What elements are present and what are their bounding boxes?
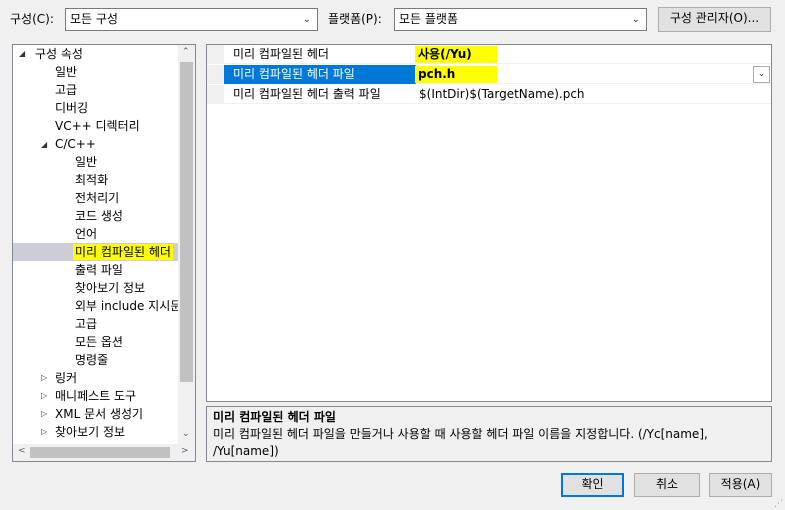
collapsed-arrow-icon[interactable]: ▷ [41,391,47,400]
scrollbar-thumb[interactable] [30,447,170,458]
tree-item-manifest-tool[interactable]: 매니페스트 도구 [55,387,136,405]
config-manager-button[interactable]: 구성 관리자(O)... [658,7,771,32]
platform-value: 모든 플랫폼 [399,12,459,26]
scroll-left-icon[interactable]: < [18,446,26,456]
expanded-arrow-icon[interactable]: ◢ [41,140,47,149]
tree-item-linker[interactable]: 링커 [55,369,77,387]
property-tree: ◢ 구성 속성 일반 고급 디버깅 VC++ 디렉터리 ◢ C/C++ 일반 최… [12,44,196,462]
chevron-down-icon: ⌄ [631,14,640,25]
config-value: 모든 구성 [70,12,118,26]
tree-item-precompiled-headers[interactable]: 미리 컴파일된 헤더 [13,243,179,261]
property-grid: 미리 컴파일된 헤더 사용(/Yu) 미리 컴파일된 헤더 파일 pch.h ⌄… [206,44,772,402]
config-combo[interactable]: 모든 구성 ⌄ [65,8,318,31]
description-panel: 미리 컴파일된 헤더 파일 미리 컴파일된 헤더 파일을 만들거나 사용할 때 … [206,406,772,462]
tree-item-debugging[interactable]: 디버깅 [55,99,88,117]
tree-item-external-includes[interactable]: 외부 include 지시문 [75,297,181,315]
scrollbar-thumb[interactable] [180,62,193,382]
tree-item-language[interactable]: 언어 [75,225,97,243]
description-title: 미리 컴파일된 헤더 파일 [213,410,336,424]
tree-horizontal-scrollbar[interactable]: < > [13,444,195,461]
tree-item-xml-doc-generator[interactable]: XML 문서 생성기 [55,405,143,423]
cancel-button[interactable]: 취소 [634,473,700,497]
tree-item-advanced[interactable]: 고급 [55,81,77,99]
tree-item-label: 미리 컴파일된 헤더 [73,244,173,260]
property-value[interactable]: pch.h [415,66,497,83]
property-value[interactable]: $(IntDir)$(TargetName).pch [419,86,585,103]
grid-row[interactable]: 미리 컴파일된 헤더 출력 파일 $(IntDir)$(TargetName).… [207,85,771,104]
apply-button[interactable]: 적용(A) [709,473,772,497]
tree-root[interactable]: 구성 속성 [35,45,83,63]
tree-item-all-options[interactable]: 모든 옵션 [75,333,123,351]
collapsed-arrow-icon[interactable]: ▷ [41,409,47,418]
grid-row[interactable]: 미리 컴파일된 헤더 파일 pch.h ⌄ [207,65,771,84]
collapsed-arrow-icon[interactable]: ▷ [41,373,47,382]
row-gutter [207,85,224,104]
tree-item-cpp-general[interactable]: 일반 [75,153,97,171]
description-text: 미리 컴파일된 헤더 파일을 만들거나 사용할 때 사용할 헤더 파일 이름을 … [213,427,708,458]
tree-item-browse-info[interactable]: 찾아보기 정보 [75,279,145,297]
property-name: 미리 컴파일된 헤더 출력 파일 [233,87,381,101]
chevron-down-icon[interactable]: ⌄ [753,66,770,83]
tree-item-general[interactable]: 일반 [55,63,77,81]
tree-item-vc-directories[interactable]: VC++ 디렉터리 [55,117,140,135]
expanded-arrow-icon[interactable]: ◢ [19,49,25,58]
platform-label: 플랫폼(P): [328,12,382,26]
row-gutter [207,65,224,84]
scroll-right-icon[interactable]: > [181,446,189,456]
chevron-down-icon: ⌄ [302,14,311,25]
tree-item-output-files[interactable]: 출력 파일 [75,261,123,279]
property-name: 미리 컴파일된 헤더 [233,47,329,61]
grid-row[interactable]: 미리 컴파일된 헤더 사용(/Yu) [207,45,771,64]
ok-button[interactable]: 확인 [561,473,624,497]
resize-grip-icon[interactable]: ⋰ [774,500,783,509]
tree-item-cpp-advanced[interactable]: 고급 [75,315,97,333]
tree-vertical-scrollbar[interactable]: ⌃ ⌄ [178,45,195,445]
property-name: 미리 컴파일된 헤더 파일 [233,67,355,81]
scroll-up-icon[interactable]: ⌃ [182,47,190,57]
config-label: 구성(C): [10,12,54,26]
property-value[interactable]: 사용(/Yu) [415,46,497,63]
collapsed-arrow-icon[interactable]: ▷ [41,427,47,436]
tree-item-preprocessor[interactable]: 전처리기 [75,189,119,207]
tree-item-browse-information[interactable]: 찾아보기 정보 [55,423,125,441]
tree-item-command-line[interactable]: 명령줄 [75,351,108,369]
tree-item-optimization[interactable]: 최적화 [75,171,108,189]
platform-combo[interactable]: 모든 플랫폼 ⌄ [394,8,647,31]
scroll-down-icon[interactable]: ⌄ [182,429,190,439]
row-gutter [207,45,224,64]
tree-item-code-generation[interactable]: 코드 생성 [75,207,123,225]
tree-item-cpp[interactable]: C/C++ [55,135,96,153]
